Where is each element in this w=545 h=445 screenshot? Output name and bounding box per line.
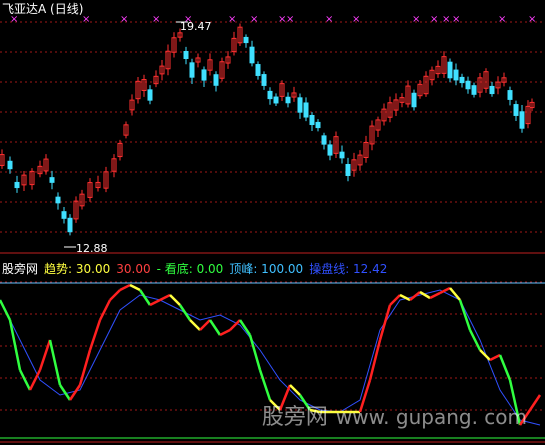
trend-line-seg	[229, 319, 241, 331]
candle-body	[249, 46, 255, 64]
candle-body	[189, 62, 195, 78]
candle-body	[285, 96, 291, 104]
candle-body	[309, 114, 315, 126]
trend-line-seg	[0, 299, 12, 321]
trend-line-seg	[468, 329, 482, 351]
signal-marker: ×	[152, 14, 160, 25]
legend-trend: 趋势: 30.00	[44, 262, 111, 276]
candle-body	[273, 96, 279, 104]
trend-line-seg	[109, 289, 121, 301]
candle-body	[7, 160, 13, 170]
candle-body	[67, 217, 73, 233]
candle-body	[201, 69, 207, 81]
candle-body	[339, 151, 345, 159]
candle-body	[147, 89, 153, 101]
signal-marker: ×	[250, 14, 258, 25]
candle-body	[261, 74, 267, 86]
trend-line-seg	[38, 339, 52, 371]
candle-body	[243, 36, 249, 44]
candle-body	[327, 144, 333, 156]
trend-line-seg	[98, 299, 112, 321]
trend-line-seg	[8, 319, 22, 371]
trend-line-seg	[258, 369, 272, 401]
trend-line-seg	[409, 291, 421, 301]
signal-marker: ×	[120, 14, 128, 25]
candle-body	[297, 97, 303, 113]
trend-line-seg	[289, 384, 301, 396]
watermark-domain: www. gupang. com	[335, 405, 527, 429]
trend-line-seg	[208, 319, 222, 336]
indicator-name: 股旁网	[2, 262, 39, 276]
trend-line-seg	[28, 369, 42, 391]
trend-line-seg	[429, 291, 441, 300]
trend-line-seg	[129, 283, 141, 292]
candle-body	[489, 85, 495, 95]
trend-line-seg	[159, 293, 171, 302]
candle-body	[303, 102, 309, 118]
chart-title: 飞亚达A (日线)	[2, 2, 84, 16]
candle-body	[453, 69, 459, 81]
candle-body	[345, 164, 351, 176]
signal-marker: ×	[325, 14, 333, 25]
signal-marker: ×	[442, 14, 450, 25]
candle-body	[55, 196, 61, 204]
watermark-text: 股旁网	[261, 405, 328, 430]
price-low-label: 12.88	[76, 242, 108, 255]
signal-marker: ×	[430, 14, 438, 25]
candle-body	[213, 74, 219, 86]
candle-body	[447, 61, 453, 79]
candle-body	[465, 80, 471, 90]
candle-body	[267, 90, 273, 100]
signal-marker: ×	[352, 14, 360, 25]
signal-marker: ×	[528, 14, 536, 25]
candle-body	[321, 135, 327, 145]
trend-line-seg	[449, 287, 461, 301]
trend-line-seg	[178, 304, 192, 321]
candle-body	[519, 111, 525, 129]
candle-body	[49, 177, 55, 183]
legend-peak: 顶峰: 100.00	[229, 262, 304, 276]
legend-trend-red: 30.00	[116, 262, 151, 276]
candle-body	[61, 211, 67, 219]
signal-marker: ×	[412, 14, 420, 25]
watermark: 股旁网 www. gupang. com	[262, 399, 527, 431]
trend-line-seg	[498, 354, 512, 381]
trend-line-seg	[458, 299, 472, 331]
legend-operate-line: 操盘线: 12.42	[309, 262, 388, 276]
candle-body	[183, 50, 189, 60]
candle-body	[255, 64, 261, 76]
candle-body	[507, 90, 513, 100]
candle-body	[14, 181, 20, 189]
signal-marker: ×	[286, 14, 294, 25]
trend-line-seg	[149, 298, 161, 307]
trend-line-seg	[248, 334, 262, 371]
trend-line-seg	[199, 319, 211, 331]
candle-body	[471, 85, 477, 95]
legend-bottom: - 看底: 0.00	[156, 262, 224, 276]
candle-body	[411, 92, 417, 108]
indicator-legend: 股旁网 趋势: 30.00 30.00 - 看底: 0.00 顶峰: 100.00 操盘线…	[2, 262, 393, 276]
trend-line-seg	[219, 328, 231, 337]
trend-line-seg	[169, 294, 181, 306]
chart-canvas[interactable]: × × × × × × × × × × × × × × × × × 19.47 12.88	[0, 0, 545, 445]
candle-body	[315, 121, 321, 129]
trend-line-seg	[389, 294, 401, 306]
trend-line-seg	[189, 319, 201, 331]
trend-line-seg	[528, 394, 542, 411]
signal-marker: ×	[452, 14, 460, 25]
trend-line-seg	[378, 304, 392, 341]
trend-line-seg	[119, 283, 131, 292]
candle-body	[459, 76, 465, 84]
candle-body	[513, 104, 519, 116]
trend-line-seg	[18, 369, 32, 391]
signal-marker: ×	[228, 14, 236, 25]
signal-marker: ×	[498, 14, 506, 25]
trend-line-seg	[489, 353, 501, 362]
